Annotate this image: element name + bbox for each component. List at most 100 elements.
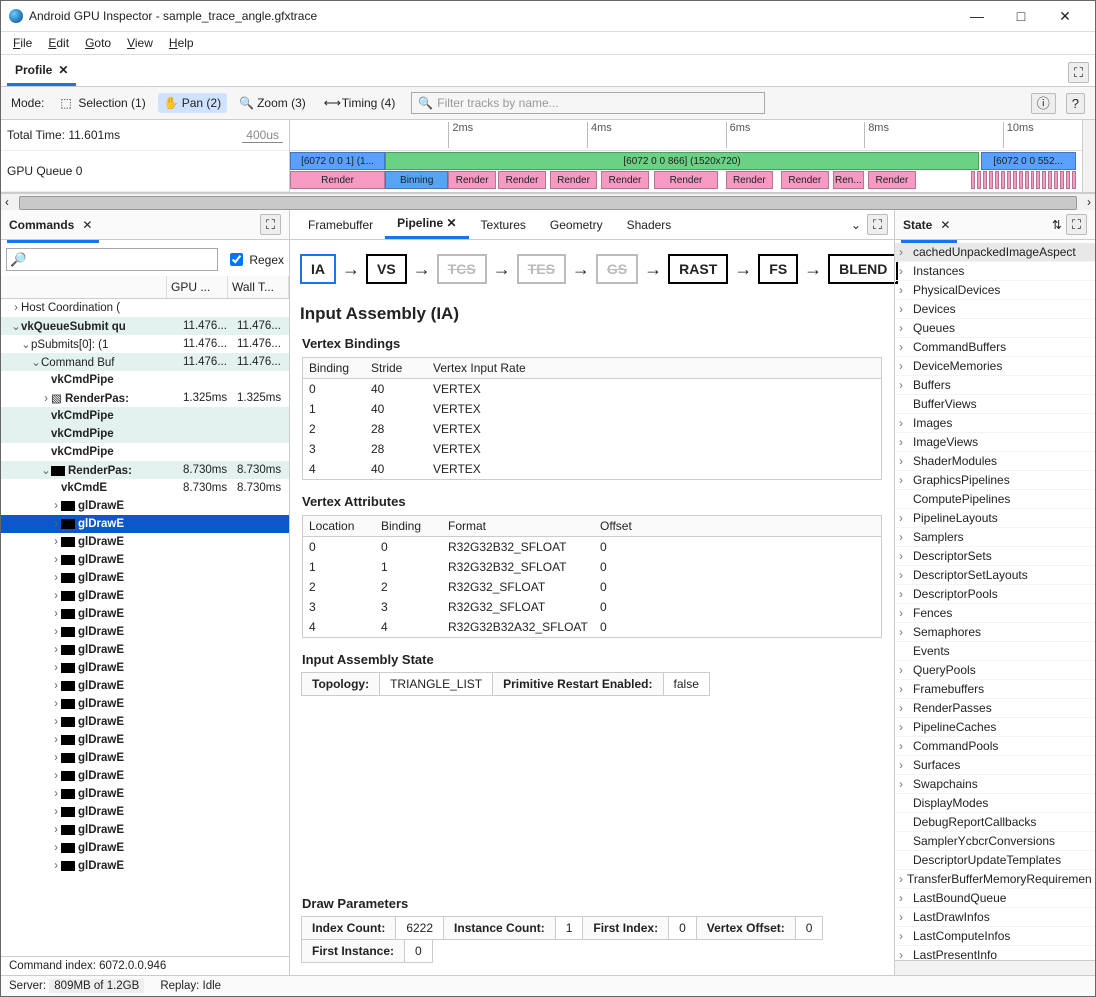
state-item[interactable]: ›CommandBuffers bbox=[895, 338, 1095, 357]
close-icon[interactable]: ✕ bbox=[443, 216, 456, 230]
command-row[interactable]: vkCmdE8.730ms8.730ms bbox=[1, 479, 289, 497]
timeline-segment[interactable]: Render bbox=[550, 171, 598, 189]
table-row[interactable]: 33R32G32_SFLOAT0 bbox=[303, 597, 881, 617]
menu-view[interactable]: View bbox=[121, 34, 159, 52]
state-tree[interactable]: ›cachedUnpackedImageAspect›Instances›Phy… bbox=[895, 243, 1095, 960]
table-row[interactable]: 140VERTEX bbox=[303, 399, 881, 419]
state-item[interactable]: ›Devices bbox=[895, 300, 1095, 319]
command-row[interactable]: vkCmdPipe bbox=[1, 443, 289, 461]
mode-timing[interactable]: ⟷Timing (4) bbox=[318, 93, 402, 113]
state-item[interactable]: ›DescriptorSetLayouts bbox=[895, 566, 1095, 585]
command-row[interactable]: ›glDrawE bbox=[1, 623, 289, 641]
state-item[interactable]: ›GraphicsPipelines bbox=[895, 471, 1095, 490]
state-item[interactable]: DescriptorUpdateTemplates bbox=[895, 851, 1095, 870]
chevron-down-icon[interactable]: ⌄ bbox=[845, 218, 867, 232]
help-icon[interactable]: ? bbox=[1066, 93, 1085, 114]
state-scrollbar[interactable] bbox=[895, 960, 1095, 975]
state-item[interactable]: ›DeviceMemories bbox=[895, 357, 1095, 376]
command-row[interactable]: ›glDrawE bbox=[1, 767, 289, 785]
command-row[interactable]: ›glDrawE bbox=[1, 677, 289, 695]
state-item[interactable]: ›PhysicalDevices bbox=[895, 281, 1095, 300]
state-item[interactable]: ›DescriptorSets bbox=[895, 547, 1095, 566]
state-item[interactable]: ›LastDrawInfos bbox=[895, 908, 1095, 927]
close-icon[interactable]: ✕ bbox=[58, 63, 68, 77]
state-item[interactable]: ›Surfaces bbox=[895, 756, 1095, 775]
mode-selection[interactable]: ⬚Selection (1) bbox=[54, 93, 151, 113]
info-icon[interactable]: ⓘ bbox=[1031, 93, 1056, 114]
command-row[interactable]: ⌄RenderPas:8.730ms8.730ms bbox=[1, 461, 289, 479]
time-ruler[interactable]: 2ms4ms6ms8ms10ms bbox=[290, 120, 1082, 151]
minimize-button[interactable]: — bbox=[955, 8, 999, 24]
menu-edit[interactable]: Edit bbox=[42, 34, 75, 52]
command-row[interactable]: ›glDrawE bbox=[1, 569, 289, 587]
stage-blend[interactable]: BLEND bbox=[828, 254, 898, 284]
stage-gs[interactable]: GS bbox=[596, 254, 638, 284]
fullscreen-icon[interactable]: ⛶ bbox=[260, 214, 281, 235]
state-item[interactable]: ›Samplers bbox=[895, 528, 1095, 547]
fullscreen-icon[interactable]: ⛶ bbox=[1066, 214, 1087, 235]
state-item[interactable]: BufferViews bbox=[895, 395, 1095, 414]
state-item[interactable]: ›TransferBufferMemoryRequiremen bbox=[895, 870, 1095, 889]
tab-textures[interactable]: Textures bbox=[469, 212, 538, 238]
regex-checkbox[interactable]: Regex bbox=[226, 250, 284, 269]
command-row[interactable]: ›glDrawE bbox=[1, 839, 289, 857]
state-item[interactable]: ›DescriptorPools bbox=[895, 585, 1095, 604]
state-item[interactable]: ›cachedUnpackedImageAspect bbox=[895, 243, 1095, 262]
command-row[interactable]: ›glDrawE bbox=[1, 785, 289, 803]
command-row[interactable]: ›glDrawE bbox=[1, 659, 289, 677]
command-row[interactable]: ›glDrawE bbox=[1, 641, 289, 659]
timeline-segment[interactable]: Ren... bbox=[833, 171, 865, 189]
timeline-segment[interactable]: Render bbox=[290, 171, 385, 189]
state-item[interactable]: ›Swapchains bbox=[895, 775, 1095, 794]
command-row[interactable]: ›glDrawE bbox=[1, 515, 289, 533]
state-item[interactable]: ›LastPresentInfo bbox=[895, 946, 1095, 960]
command-row[interactable]: vkCmdPipe bbox=[1, 407, 289, 425]
filter-input[interactable]: 🔍 Filter tracks by name... bbox=[411, 92, 765, 114]
state-item[interactable]: ›Fences bbox=[895, 604, 1095, 623]
command-row[interactable]: ›glDrawE bbox=[1, 695, 289, 713]
timeline-segment[interactable]: [6072 0 0 1] (1... bbox=[290, 152, 385, 170]
close-icon[interactable]: ✕ bbox=[82, 218, 92, 232]
state-item[interactable]: ›Queues bbox=[895, 319, 1095, 338]
table-row[interactable]: 44R32G32B32A32_SFLOAT0 bbox=[303, 617, 881, 637]
timeline-scrollbar[interactable]: ‹› bbox=[1, 193, 1095, 210]
state-item[interactable]: DebugReportCallbacks bbox=[895, 813, 1095, 832]
stage-rast[interactable]: RAST bbox=[668, 254, 728, 284]
state-item[interactable]: ›QueryPools bbox=[895, 661, 1095, 680]
table-row[interactable]: 22R32G32_SFLOAT0 bbox=[303, 577, 881, 597]
timeline-segment[interactable]: Render bbox=[448, 171, 496, 189]
stage-vs[interactable]: VS bbox=[366, 254, 407, 284]
table-row[interactable]: 440VERTEX bbox=[303, 459, 881, 479]
menu-goto[interactable]: Goto bbox=[79, 34, 117, 52]
state-item[interactable]: ›LastBoundQueue bbox=[895, 889, 1095, 908]
command-row[interactable]: ›glDrawE bbox=[1, 533, 289, 551]
stage-tcs[interactable]: TCS bbox=[437, 254, 487, 284]
timeline-segment[interactable]: Render bbox=[781, 171, 829, 189]
stage-tes[interactable]: TES bbox=[517, 254, 566, 284]
state-item[interactable]: ›Images bbox=[895, 414, 1095, 433]
close-button[interactable]: ✕ bbox=[1043, 8, 1087, 25]
gpu-track-2[interactable]: RenderBinningRenderRenderRenderRenderRen… bbox=[290, 171, 1082, 189]
mode-pan[interactable]: ✋Pan (2) bbox=[158, 93, 227, 113]
command-row[interactable]: ›glDrawE bbox=[1, 587, 289, 605]
gpu-track-1[interactable]: [6072 0 0 1] (1...[6072 0 0 866] (1520x7… bbox=[290, 152, 1082, 170]
sort-icon[interactable]: ⇅ bbox=[1048, 218, 1066, 232]
fullscreen-icon[interactable]: ⛶ bbox=[1068, 62, 1089, 83]
command-row[interactable]: ⌄Command Buf11.476...11.476... bbox=[1, 353, 289, 371]
command-row[interactable]: ⌄vkQueueSubmit qu11.476...11.476... bbox=[1, 317, 289, 335]
state-item[interactable]: ›PipelineCaches bbox=[895, 718, 1095, 737]
col-wall[interactable]: Wall T... bbox=[228, 276, 289, 298]
state-item[interactable]: ComputePipelines bbox=[895, 490, 1095, 509]
menu-file[interactable]: File bbox=[7, 34, 38, 52]
timeline-segment[interactable]: Binning bbox=[385, 171, 448, 189]
state-item[interactable]: DisplayModes bbox=[895, 794, 1095, 813]
command-row[interactable]: ›glDrawE bbox=[1, 749, 289, 767]
tab-framebuffer[interactable]: Framebuffer bbox=[296, 212, 385, 238]
state-item[interactable]: ›PipelineLayouts bbox=[895, 509, 1095, 528]
stage-fs[interactable]: FS bbox=[758, 254, 798, 284]
state-item[interactable]: ›LastComputeInfos bbox=[895, 927, 1095, 946]
state-item[interactable]: ›RenderPasses bbox=[895, 699, 1095, 718]
command-row[interactable]: ›glDrawE bbox=[1, 551, 289, 569]
commands-tree[interactable]: ›Host Coordination (⌄vkQueueSubmit qu11.… bbox=[1, 299, 289, 956]
tab-shaders[interactable]: Shaders bbox=[615, 212, 684, 238]
